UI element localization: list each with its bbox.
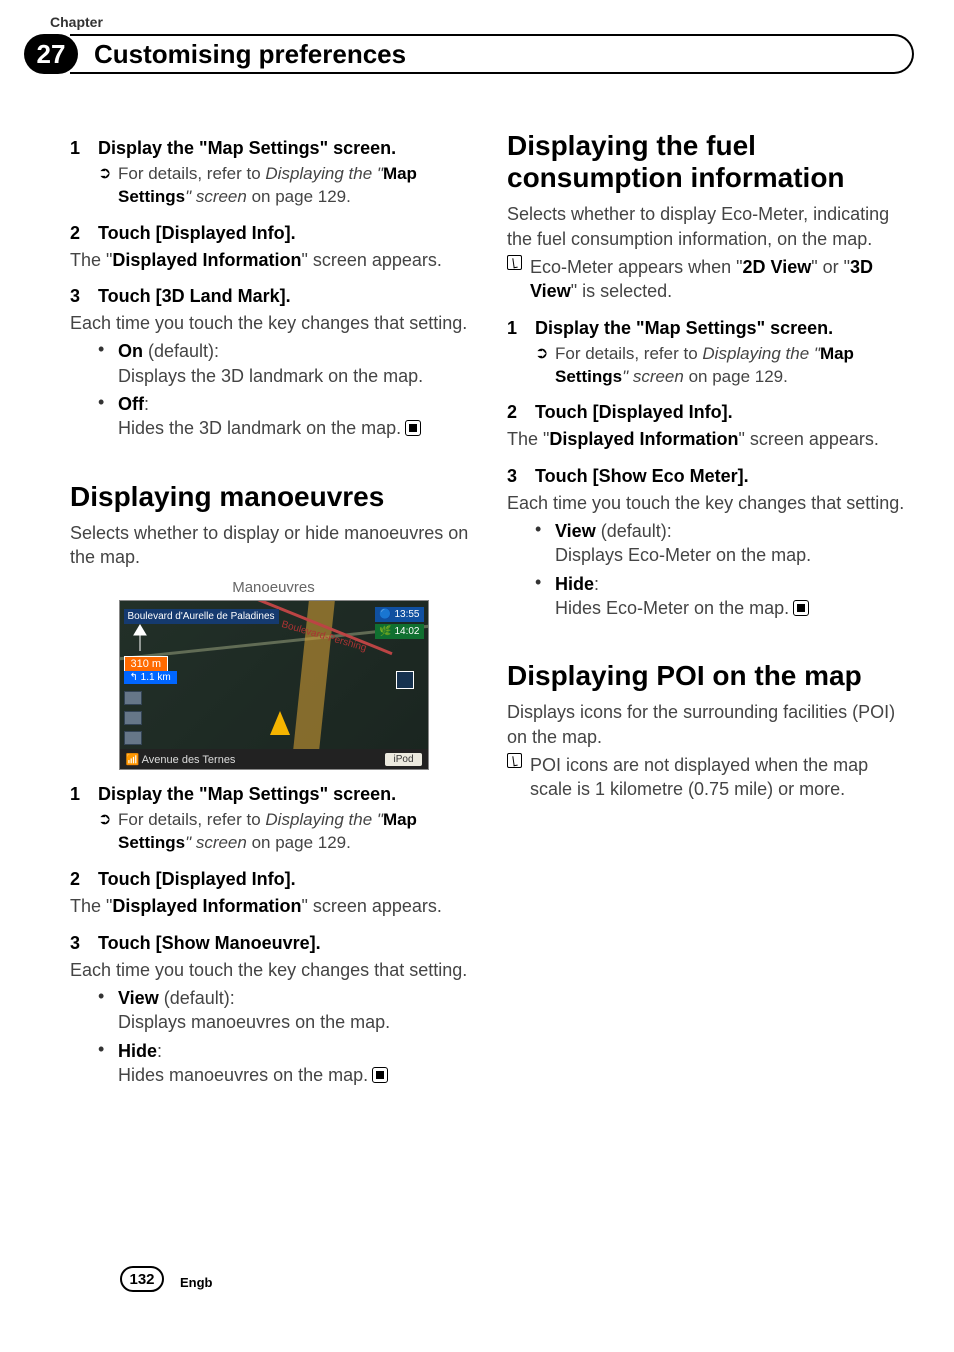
chapter-title: Customising preferences	[94, 39, 406, 70]
map-distance-badge: ↰ 1.1 km	[124, 671, 177, 684]
step-number: 2	[70, 869, 98, 890]
note-line: POI icons are not displayed when the map…	[507, 753, 914, 802]
step-row: 1 Display the "Map Settings" screen.	[70, 138, 477, 159]
bullet-line: • Off: Hides the 3D landmark on the map.	[70, 392, 477, 441]
body-line: Displays icons for the surrounding facil…	[507, 700, 914, 749]
step-number: 1	[70, 784, 98, 805]
right-column: Displaying the fuel consumption informat…	[507, 130, 914, 1232]
bullet-line: • View (default): Displays manoeuvres on…	[70, 986, 477, 1035]
step-text: Touch [Displayed Info].	[98, 223, 296, 244]
step-row: 2 Touch [Displayed Info].	[507, 402, 914, 423]
step-row: 2 Touch [Displayed Info].	[70, 223, 477, 244]
map-top-label: Boulevard d'Aurelle de Paladines	[124, 609, 279, 624]
manoeuvre-arrow-icon	[130, 623, 150, 653]
step-text: Touch [Show Manoeuvre].	[98, 933, 321, 954]
cross-ref-line: ➲ For details, refer to Displaying the "…	[70, 809, 477, 855]
chapter-label: Chapter	[50, 14, 103, 30]
step-row: 2 Touch [Displayed Info].	[70, 869, 477, 890]
step-number: 2	[507, 402, 535, 423]
figure-label: Manoeuvres	[70, 579, 477, 596]
note-icon	[507, 255, 522, 270]
cross-ref-line: ➲ For details, refer to Displaying the "…	[507, 343, 914, 389]
chapter-title-bar: Customising preferences	[70, 34, 914, 74]
note-line: Eco-Meter appears when "2D View" or "3D …	[507, 255, 914, 304]
body-line: Selects whether to display Eco-Meter, in…	[507, 202, 914, 251]
map-flag-icon	[396, 671, 414, 689]
bullet-line: • Hide: Hides manoeuvres on the map.	[70, 1039, 477, 1088]
bullet-line: • View (default): Displays Eco-Meter on …	[507, 519, 914, 568]
page-number: 132	[120, 1266, 164, 1292]
bullet-icon: •	[535, 572, 555, 621]
end-marker-icon	[793, 600, 809, 616]
body-line: Each time you touch the key changes that…	[70, 311, 477, 335]
step-number: 3	[507, 466, 535, 487]
ref-arrow-icon: ➲	[535, 343, 555, 365]
body-line: Selects whether to display or hide manoe…	[70, 521, 477, 570]
bullet-icon: •	[98, 339, 118, 388]
step-number: 2	[70, 223, 98, 244]
step-text: Display the "Map Settings" screen.	[98, 784, 396, 805]
step-number: 1	[507, 318, 535, 339]
body-line: Each time you touch the key changes that…	[70, 958, 477, 982]
ref-arrow-icon: ➲	[98, 163, 118, 185]
cross-ref-line: ➲ For details, refer to Displaying the "…	[70, 163, 477, 209]
body-line: Each time you touch the key changes that…	[507, 491, 914, 515]
step-row: 3 Touch [Show Eco Meter].	[507, 466, 914, 487]
bullet-line: • Hide: Hides Eco-Meter on the map.	[507, 572, 914, 621]
body-line: The "Displayed Information" screen appea…	[70, 894, 477, 918]
step-text: Display the "Map Settings" screen.	[535, 318, 833, 339]
step-row: 3 Touch [3D Land Mark].	[70, 286, 477, 307]
bullet-icon: •	[98, 986, 118, 1035]
step-text: Touch [Displayed Info].	[535, 402, 733, 423]
section-heading: Displaying POI on the map	[507, 660, 914, 692]
step-number: 1	[70, 138, 98, 159]
map-distance-badge: 310 m	[124, 656, 169, 672]
note-icon	[507, 753, 522, 768]
bullet-icon: •	[535, 519, 555, 568]
map-screenshot: Boulevard-Pershing Boulevard d'Aurelle d…	[119, 600, 429, 770]
bullet-line: • On (default): Displays the 3D landmark…	[70, 339, 477, 388]
bullet-icon: •	[98, 1039, 118, 1088]
figure: Manoeuvres Boulevard-Pershing Boulevard …	[70, 579, 477, 770]
end-marker-icon	[405, 420, 421, 436]
language-code: Engb	[180, 1275, 213, 1290]
end-marker-icon	[372, 1067, 388, 1083]
map-time-badges: 🔵 13:55 🌿 14:02	[375, 607, 423, 639]
step-row: 1 Display the "Map Settings" screen.	[507, 318, 914, 339]
step-text: Touch [Show Eco Meter].	[535, 466, 749, 487]
section-heading: Displaying manoeuvres	[70, 481, 477, 513]
section-heading: Displaying the fuel consumption informat…	[507, 130, 914, 194]
step-number: 3	[70, 286, 98, 307]
step-text: Touch [3D Land Mark].	[98, 286, 291, 307]
bullet-icon: •	[98, 392, 118, 441]
step-text: Touch [Displayed Info].	[98, 869, 296, 890]
step-row: 1 Display the "Map Settings" screen.	[70, 784, 477, 805]
ref-arrow-icon: ➲	[98, 809, 118, 831]
step-row: 3 Touch [Show Manoeuvre].	[70, 933, 477, 954]
step-text: Display the "Map Settings" screen.	[98, 138, 396, 159]
left-column: 1 Display the "Map Settings" screen. ➲ F…	[70, 130, 477, 1232]
body-line: The "Displayed Information" screen appea…	[507, 427, 914, 451]
step-number: 3	[70, 933, 98, 954]
map-bottom-bar: 📶 Avenue des Ternes iPod	[120, 749, 428, 769]
map-side-icons	[124, 691, 142, 745]
map-position-arrow-icon	[270, 711, 290, 735]
body-line: The "Displayed Information" screen appea…	[70, 248, 477, 272]
ref-text: For details, refer to Displaying the "Ma…	[118, 163, 477, 209]
